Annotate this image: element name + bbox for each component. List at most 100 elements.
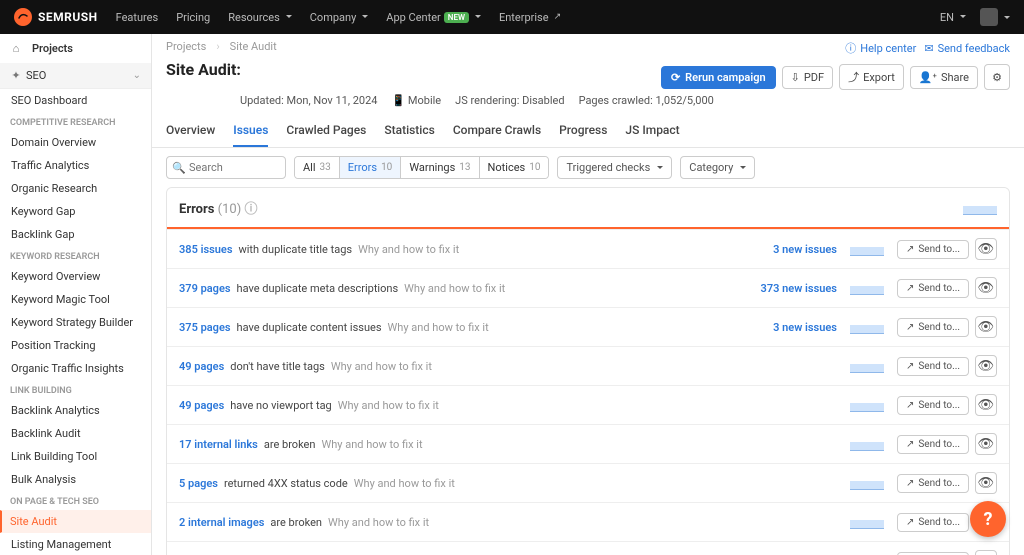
breadcrumb-site-audit[interactable]: Site Audit <box>230 40 277 53</box>
tab-overview[interactable]: Overview <box>166 115 215 147</box>
send-to-button[interactable]: ↗Send to... <box>897 240 969 259</box>
category-dropdown[interactable]: Category <box>680 156 755 179</box>
send-to-button[interactable]: ↗Send to... <box>897 552 969 555</box>
tab-progress[interactable]: Progress <box>559 115 607 147</box>
send-to-button[interactable]: ↗Send to... <box>897 357 969 376</box>
sidebar-item-keyword-gap[interactable]: Keyword Gap <box>0 200 151 223</box>
settings-button[interactable]: ⚙ <box>984 64 1010 90</box>
issue-link[interactable]: 17 internal links <box>179 438 258 451</box>
sidebar-projects[interactable]: ⌂ Projects <box>0 34 151 63</box>
topnav-company[interactable]: Company <box>310 11 369 24</box>
filter-pill-errors[interactable]: Errors10 <box>340 157 402 178</box>
table-row: 49 pages have no viewport tag Why and how … <box>167 385 1009 424</box>
share-icon: ↗ <box>906 322 914 333</box>
hide-button[interactable]: 👁 <box>975 277 997 299</box>
triggered-checks-dropdown[interactable]: Triggered checks <box>557 156 672 179</box>
sidebar-item-domain-overview[interactable]: Domain Overview <box>0 131 151 154</box>
topnav-pricing[interactable]: Pricing <box>176 11 210 24</box>
issue-link[interactable]: 385 issues <box>179 243 232 256</box>
why-fix-link[interactable]: Why and how to fix it <box>321 438 422 451</box>
pdf-button[interactable]: ⇩PDF <box>782 66 833 89</box>
brand-logo[interactable]: SEMRUSH <box>14 8 98 26</box>
sidebar-item-keyword-strategy-builder[interactable]: Keyword Strategy Builder <box>0 311 151 334</box>
issue-link[interactable]: 379 pages <box>179 282 231 295</box>
topnav-enterprise[interactable]: Enterprise <box>499 11 561 24</box>
why-fix-link[interactable]: Why and how to fix it <box>328 516 429 529</box>
hide-button[interactable]: 👁 <box>975 433 997 455</box>
why-fix-link[interactable]: Why and how to fix it <box>404 282 505 295</box>
why-fix-link[interactable]: Why and how to fix it <box>358 243 459 256</box>
sidebar-item-backlink-gap[interactable]: Backlink Gap <box>0 223 151 246</box>
topnav-features[interactable]: Features <box>116 11 159 24</box>
sidebar-item-keyword-magic-tool[interactable]: Keyword Magic Tool <box>0 288 151 311</box>
sidebar-item-keyword-overview[interactable]: Keyword Overview <box>0 265 151 288</box>
why-fix-link[interactable]: Why and how to fix it <box>388 321 489 334</box>
hide-button[interactable]: 👁 <box>975 550 997 555</box>
sidebar-item-organic-research[interactable]: Organic Research <box>0 177 151 200</box>
sidebar-item-backlink-audit[interactable]: Backlink Audit <box>0 422 151 445</box>
hide-button[interactable]: 👁 <box>975 472 997 494</box>
sidebar-item-traffic-analytics[interactable]: Traffic Analytics <box>0 154 151 177</box>
help-center-link[interactable]: ⓘHelp center <box>845 40 916 56</box>
share-button[interactable]: 👤⁺Share <box>910 66 978 89</box>
export-button[interactable]: ⤴Export <box>839 64 904 90</box>
sparkline <box>850 476 884 490</box>
issue-text: have duplicate meta descriptions <box>237 282 399 295</box>
filter-pill-warnings[interactable]: Warnings13 <box>401 157 479 178</box>
why-fix-link[interactable]: Why and how to fix it <box>338 399 439 412</box>
sidebar-item-site-audit[interactable]: Site Audit <box>0 510 151 533</box>
filter-pill-all[interactable]: All33 <box>295 157 340 178</box>
hide-button[interactable]: 👁 <box>975 316 997 338</box>
tab-js-impact[interactable]: JS Impact <box>625 115 679 147</box>
lang-select[interactable]: EN <box>940 11 966 24</box>
topnav-resources[interactable]: Resources <box>228 11 292 24</box>
help-fab[interactable]: ? <box>970 501 1006 537</box>
send-feedback-link[interactable]: ✉Send feedback <box>924 42 1010 55</box>
info-icon[interactable]: ⓘ <box>244 202 257 217</box>
tab-statistics[interactable]: Statistics <box>384 115 434 147</box>
send-to-button[interactable]: ↗Send to... <box>897 513 969 532</box>
sparkline-header <box>963 201 997 215</box>
issue-text: have no viewport tag <box>230 399 332 412</box>
send-to-button[interactable]: ↗Send to... <box>897 318 969 337</box>
sidebar-section-seo[interactable]: ✦SEO ⌄ <box>0 63 151 89</box>
eye-icon: 👁 <box>978 398 995 413</box>
tab-compare-crawls[interactable]: Compare Crawls <box>453 115 541 147</box>
issue-text: have duplicate content issues <box>237 321 382 334</box>
table-head: Errors (10) ⓘ <box>167 188 1009 229</box>
share-icon: ↗ <box>906 361 914 372</box>
why-fix-link[interactable]: Why and how to fix it <box>354 477 455 490</box>
hide-button[interactable]: 👁 <box>975 238 997 260</box>
send-to-button[interactable]: ↗Send to... <box>897 396 969 415</box>
hide-button[interactable]: 👁 <box>975 355 997 377</box>
sidebar: ⌂ Projects ✦SEO ⌄ SEO DashboardCOMPETITI… <box>0 34 152 555</box>
rerun-campaign-button[interactable]: ⟳Rerun campaign <box>661 66 776 89</box>
sidebar-item-organic-traffic-insights[interactable]: Organic Traffic Insights <box>0 357 151 380</box>
sidebar-item-bulk-analysis[interactable]: Bulk Analysis <box>0 468 151 491</box>
issue-link[interactable]: 2 internal images <box>179 516 264 529</box>
sidebar-item-position-tracking[interactable]: Position Tracking <box>0 334 151 357</box>
filter-pill-notices[interactable]: Notices10 <box>480 157 549 178</box>
send-to-button[interactable]: ↗Send to... <box>897 435 969 454</box>
info-icon: ⓘ <box>845 40 856 56</box>
breadcrumb-projects[interactable]: Projects <box>166 40 206 53</box>
sidebar-item-backlink-analytics[interactable]: Backlink Analytics <box>0 399 151 422</box>
topnav-app-center[interactable]: App CenterNEW <box>386 11 481 24</box>
issue-link[interactable]: 375 pages <box>179 321 231 334</box>
issue-link[interactable]: 5 pages <box>179 477 218 490</box>
export-icon: ⤴ <box>848 69 859 85</box>
hide-button[interactable]: 👁 <box>975 394 997 416</box>
tab-crawled-pages[interactable]: Crawled Pages <box>286 115 366 147</box>
issue-link[interactable]: 49 pages <box>179 399 224 412</box>
updated-label: Updated: Mon, Nov 11, 2024 <box>240 94 377 107</box>
sidebar-item-link-building-tool[interactable]: Link Building Tool <box>0 445 151 468</box>
page-title: Site Audit: <box>166 60 241 79</box>
sidebar-item-seo-dashboard[interactable]: SEO Dashboard <box>0 89 151 112</box>
user-menu[interactable] <box>980 8 1010 26</box>
issue-link[interactable]: 49 pages <box>179 360 224 373</box>
why-fix-link[interactable]: Why and how to fix it <box>331 360 432 373</box>
tab-issues[interactable]: Issues <box>233 115 268 147</box>
sidebar-item-listing-management[interactable]: Listing Management <box>0 533 151 555</box>
send-to-button[interactable]: ↗Send to... <box>897 474 969 493</box>
send-to-button[interactable]: ↗Send to... <box>897 279 969 298</box>
